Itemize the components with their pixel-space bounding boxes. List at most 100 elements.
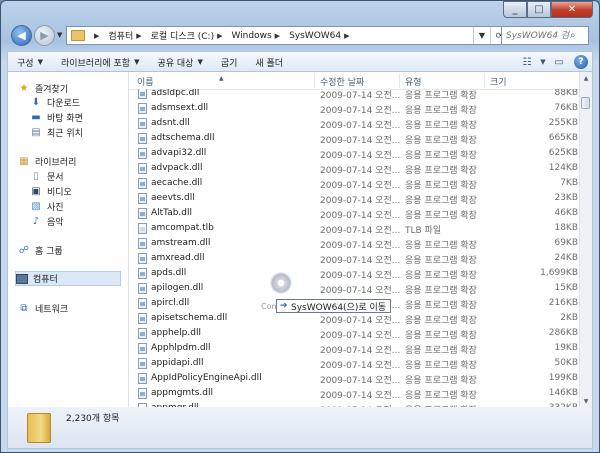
file-size: 23KB (554, 193, 578, 203)
file-type: 응용 프로그램 확장 (405, 181, 477, 191)
breadcrumb-local-disk[interactable]: 로컬 디스크 (C:) ▶ (149, 27, 230, 44)
nav-recent[interactable]: ▤ 최근 위치 (30, 126, 83, 139)
table-row[interactable]: adsnt.dll 2009-07-14 오전... 응용 프로그램 확장 255KB (129, 116, 580, 131)
back-button[interactable]: ◀ (11, 25, 32, 46)
file-date: 2009-07-14 오전... (320, 361, 401, 371)
search-box[interactable]: ⌕ (501, 26, 589, 45)
table-row[interactable]: appidapi.dll 2009-07-14 오전... 응용 프로그램 확장 50… (129, 356, 580, 371)
file-size: 18KB (554, 223, 578, 233)
column-type[interactable]: 유형 (405, 75, 422, 88)
address-bar[interactable]: ▶ 컴퓨터 ▶ 로컬 디스크 (C:) ▶ Windows ▶ SysWOW64 ▶ ▼… (66, 26, 508, 45)
table-row[interactable]: amstream.dll 2009-07-14 오전... 응용 프로그램 확장 69… (129, 236, 580, 251)
table-row[interactable]: AltTab.dll 2009-07-14 오전... 응용 프로그램 확장 46KB (129, 206, 580, 221)
help-icon[interactable]: ? (574, 55, 588, 69)
file-name: aecache.dll (151, 178, 203, 188)
command-bar: 구성 ▼ 라이브러리에 포함 ▼ 공유 대상 ▼ 굽기 새 폴더 ☷ ▼ ▭ ? (7, 51, 593, 72)
dll-file-icon (138, 358, 147, 369)
homegroup-icon: ☍ (18, 245, 30, 256)
nav-network[interactable]: ⧉ 네트워크 (18, 302, 68, 315)
desktop-icon: ▬ (31, 112, 41, 123)
nav-homegroup[interactable]: ☍ 홈 그룹 (18, 244, 63, 257)
close-button[interactable]: ✕ (551, 1, 593, 18)
scroll-thumb[interactable] (581, 97, 590, 109)
file-type: 응용 프로그램 확장 (405, 391, 477, 401)
burn-button[interactable]: 굽기 (212, 52, 247, 72)
preview-pane-icon[interactable]: ▭ (548, 57, 570, 68)
dll-file-icon (138, 373, 147, 384)
share-button[interactable]: 공유 대상 ▼ (148, 52, 211, 72)
organize-label: 구성 (17, 58, 34, 69)
column-divider[interactable] (399, 73, 400, 88)
search-icon[interactable]: ⌕ (570, 30, 584, 41)
column-divider[interactable] (484, 73, 485, 88)
view-controls: ☷ ▼ ▭ ? (516, 52, 592, 72)
nav-computer[interactable]: 컴퓨터 (15, 271, 121, 286)
table-row[interactable]: appmgmts.dll 2009-07-14 오전... 응용 프로그램 확장 14… (129, 386, 580, 401)
caption-buttons: _ □ ✕ (503, 1, 593, 19)
column-divider[interactable] (314, 73, 315, 88)
nav-downloads[interactable]: ⬇ 다운로드 (30, 96, 80, 109)
table-row[interactable]: apphelp.dll 2009-07-14 오전... 응용 프로그램 확장 286… (129, 326, 580, 341)
table-row[interactable]: apds.dll 2009-07-14 오전... 응용 프로그램 확장 1,699K… (129, 266, 580, 281)
table-row[interactable]: apisetschema.dll 2009-07-14 오전... 응용 프로그램 … (129, 311, 580, 326)
view-dropdown-icon[interactable]: ▼ (538, 58, 548, 66)
column-name[interactable]: 이름 (137, 75, 154, 88)
navigation-pane: ★ 즐겨찾기 ⬇ 다운로드 ▬ 바탕 화면 ▤ 최근 위치 ▦ 라이브러리 ▯ 문서 ▣ 비디… (8, 72, 129, 407)
forward-button[interactable]: ▶ (34, 25, 55, 46)
nav-label: 라이브러리 (35, 158, 77, 168)
breadcrumb-computer[interactable]: 컴퓨터 ▶ (106, 27, 148, 44)
sort-ascending-icon: ▲ (219, 75, 224, 82)
column-size[interactable]: 크기 (490, 75, 507, 88)
organize-button[interactable]: 구성 ▼ (8, 52, 52, 72)
nav-music[interactable]: ♪ 음악 (30, 215, 64, 228)
table-row[interactable]: adtschema.dll 2009-07-14 오전... 응용 프로그램 확장 6… (129, 131, 580, 146)
column-date[interactable]: 수정한 날짜 (320, 75, 364, 88)
breadcrumb-root[interactable]: ▶ (89, 27, 106, 44)
file-date: 2009-07-14 오전... (320, 331, 401, 341)
recent-pages-dropdown[interactable]: ▼ (57, 31, 62, 39)
file-size: 1,699KB (540, 268, 578, 278)
table-row[interactable]: apilogen.dll 2009-07-14 오전... 응용 프로그램 확장 15… (129, 281, 580, 296)
nav-favorites[interactable]: ★ 즐겨찾기 (18, 82, 69, 95)
search-input[interactable] (506, 30, 570, 41)
file-name: adsmsext.dll (151, 103, 209, 113)
address-dropdown-icon[interactable]: ▼ (473, 27, 490, 44)
table-row[interactable]: advpack.dll 2009-07-14 오전... 응용 프로그램 확장 124… (129, 161, 580, 176)
include-library-button[interactable]: 라이브러리에 포함 ▼ (52, 52, 149, 72)
table-row[interactable]: Apphlpdm.dll 2009-07-14 오전... 응용 프로그램 확장 19… (129, 341, 580, 356)
table-row[interactable]: adsldpc.dll 2009-07-14 오전... 응용 프로그램 확장 88K… (129, 89, 580, 101)
include-library-label: 라이브러리에 포함 (60, 58, 131, 69)
nav-desktop[interactable]: ▬ 바탕 화면 (30, 111, 83, 124)
nav-label: 문서 (47, 173, 64, 183)
file-size: 199KB (548, 373, 578, 383)
library-icon: ▦ (19, 156, 29, 167)
vertical-scrollbar[interactable]: ▲ ▼ (579, 72, 592, 407)
table-row[interactable]: aeevts.dll 2009-07-14 오전... 응용 프로그램 확장 23KB (129, 191, 580, 206)
computer-icon (16, 273, 28, 284)
scroll-up-icon[interactable]: ▲ (580, 72, 592, 84)
table-row[interactable]: amcompat.tlb 2009-07-14 오전... TLB 파일 18KB (129, 221, 580, 236)
file-type: 응용 프로그램 확장 (405, 256, 477, 266)
nav-libraries[interactable]: ▦ 라이브러리 (18, 155, 76, 168)
dll-file-icon (138, 313, 147, 324)
file-date: 2009-07-14 오전... (320, 286, 401, 296)
nav-label: 사진 (47, 203, 64, 213)
chevron-right-icon: ▶ (136, 31, 142, 40)
scroll-down-icon[interactable]: ▼ (580, 395, 592, 407)
nav-videos[interactable]: ▣ 비디오 (30, 185, 72, 198)
view-mode-icon[interactable]: ☷ (516, 57, 538, 68)
new-folder-button[interactable]: 새 폴더 (246, 52, 292, 72)
table-row[interactable]: aecache.dll 2009-07-14 오전... 응용 프로그램 확장 7KB (129, 176, 580, 191)
nav-documents[interactable]: ▯ 문서 (30, 170, 64, 183)
nav-label: 컴퓨터 (33, 275, 58, 285)
nav-pictures[interactable]: ▧ 사진 (30, 200, 64, 213)
breadcrumb-windows[interactable]: Windows ▶ (229, 27, 287, 44)
table-row[interactable]: adsmsext.dll 2009-07-14 오전... 응용 프로그램 확장 76… (129, 101, 580, 116)
table-row[interactable]: amxread.dll 2009-07-14 오전... 응용 프로그램 확장 24K… (129, 251, 580, 266)
minimize-button[interactable]: _ (503, 1, 527, 18)
table-row[interactable]: advapi32.dll 2009-07-14 오전... 응용 프로그램 확장 62… (129, 146, 580, 161)
file-name: appmgmts.dll (151, 388, 213, 398)
breadcrumb-syswow64[interactable]: SysWOW64 ▶ (287, 27, 356, 44)
table-row[interactable]: AppIdPolicyEngineApi.dll 2009-07-14 오전...… (129, 371, 580, 386)
maximize-button[interactable]: □ (527, 1, 551, 18)
